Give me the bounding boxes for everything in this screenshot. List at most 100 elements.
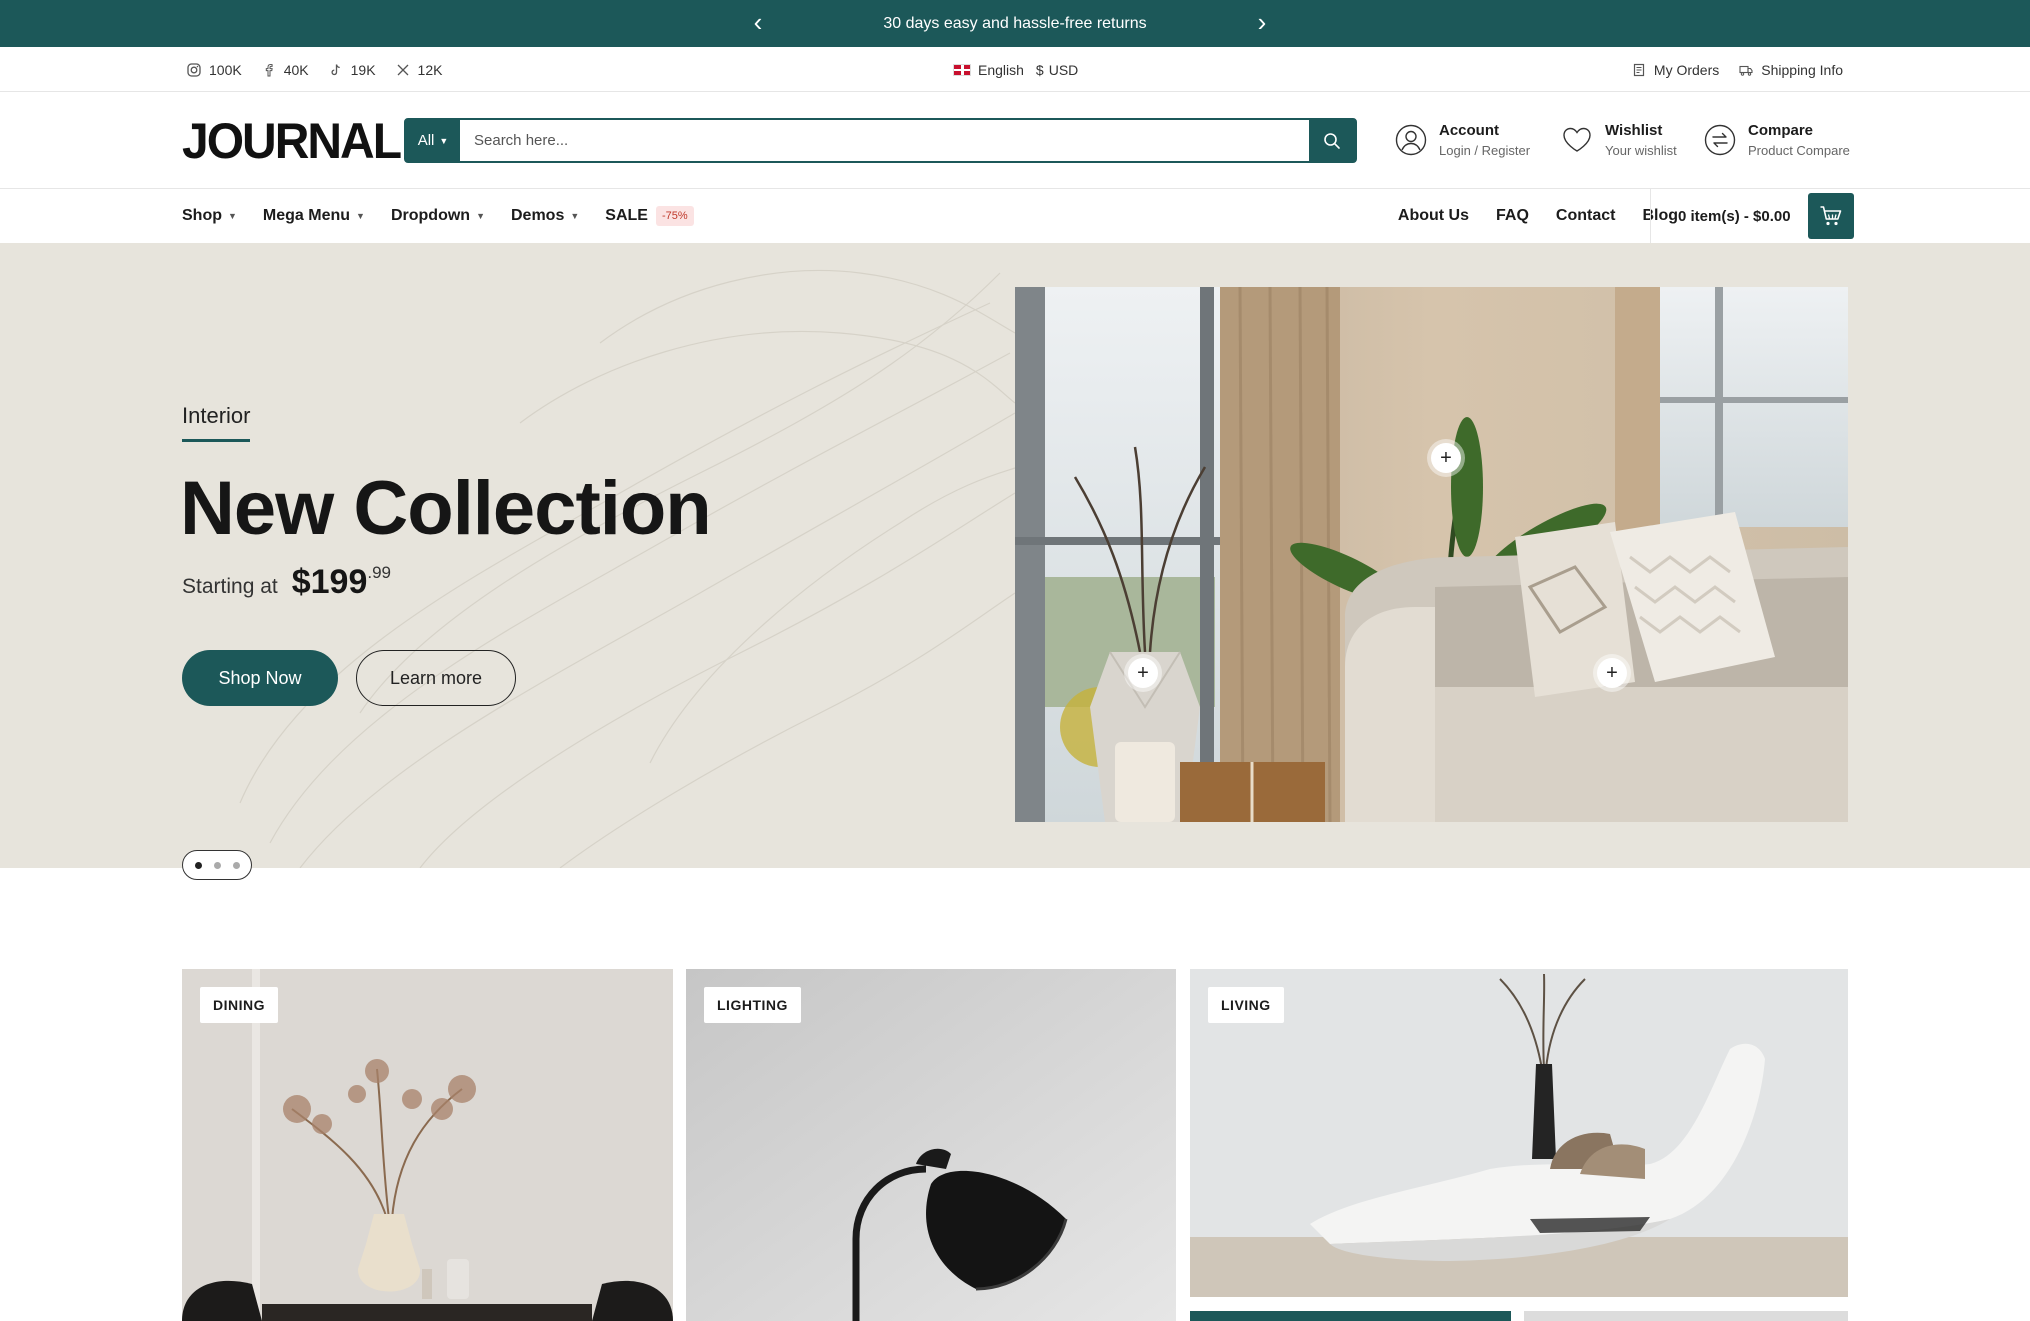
hero-price-cents: .99 bbox=[367, 563, 392, 582]
journal-logo[interactable]: JOURNAL bbox=[182, 113, 402, 171]
search-input[interactable] bbox=[460, 120, 1309, 161]
caret-down-icon: ▼ bbox=[228, 211, 237, 221]
nav-right: About Us FAQ Contact Blog bbox=[1371, 189, 1678, 243]
instagram-icon bbox=[187, 62, 201, 77]
compare-subtitle: Product Compare bbox=[1748, 143, 1850, 158]
shop-now-button[interactable]: Shop Now bbox=[182, 650, 338, 706]
hero-price-line: Starting at $199 .99 bbox=[182, 563, 391, 602]
my-orders-label: My Orders bbox=[1653, 61, 1720, 78]
hotspot-plant-plus-icon[interactable]: + bbox=[1431, 443, 1461, 473]
nav-item-about-us[interactable]: About Us bbox=[1398, 207, 1469, 225]
nav-item-mega-menu-label: Mega Menu bbox=[262, 207, 351, 224]
nav-item-blog[interactable]: Blog bbox=[1642, 207, 1678, 225]
nav-item-demos-label: Demos bbox=[510, 207, 565, 224]
my-orders-link[interactable]: My Orders bbox=[1632, 62, 1719, 78]
social-facebook-count: 40K bbox=[283, 61, 309, 78]
nav-divider bbox=[1650, 189, 1651, 243]
main-navigation: Shop ▼ Mega Menu ▼ Dropdown ▼ Demos ▼ SA… bbox=[0, 189, 2030, 243]
utility-links: My Orders Shipping Info bbox=[1632, 47, 1843, 92]
hero-price: $199 bbox=[291, 563, 368, 601]
currency-label: USD bbox=[1048, 61, 1079, 78]
living-chaise-image bbox=[1190, 969, 1848, 1297]
category-tag-living: LIVING bbox=[1208, 987, 1284, 1023]
nav-item-demos[interactable]: Demos ▼ bbox=[511, 207, 579, 225]
social-tiktok[interactable]: 19K bbox=[329, 62, 376, 78]
promo-card-gray[interactable] bbox=[1524, 1311, 1848, 1321]
hero-dot-3[interactable] bbox=[232, 861, 240, 869]
wishlist-link[interactable]: Wishlist Your wishlist bbox=[1561, 118, 1677, 162]
search-icon bbox=[1324, 132, 1340, 149]
compare-title: Compare bbox=[1748, 122, 1814, 139]
wishlist-title: Wishlist bbox=[1605, 122, 1663, 139]
account-subtitle: Login / Register bbox=[1439, 143, 1531, 158]
category-tag-lighting: LIGHTING bbox=[704, 987, 801, 1023]
nav-item-dropdown[interactable]: Dropdown ▼ bbox=[391, 207, 485, 225]
category-card-dining[interactable]: DINING bbox=[182, 969, 673, 1321]
search-category-dropdown[interactable]: All ▼ bbox=[406, 120, 460, 161]
wishlist-subtitle: Your wishlist bbox=[1605, 143, 1677, 158]
social-instagram[interactable]: 100K bbox=[187, 62, 242, 78]
facebook-icon bbox=[262, 63, 276, 77]
uk-flag-icon bbox=[953, 63, 971, 76]
social-x-count: 12K bbox=[417, 61, 443, 78]
nav-item-shop-label: Shop bbox=[182, 207, 222, 224]
search-button[interactable] bbox=[1309, 120, 1355, 161]
compare-arrows-icon bbox=[1704, 124, 1736, 156]
site-header: JOURNAL All ▼ Account Login / Register W… bbox=[0, 92, 2030, 189]
heart-icon bbox=[1563, 127, 1591, 152]
category-card-lighting[interactable]: LIGHTING bbox=[686, 969, 1176, 1321]
caret-down-icon: ▼ bbox=[439, 135, 449, 146]
nav-item-faq[interactable]: FAQ bbox=[1496, 207, 1529, 225]
nav-item-shop[interactable]: Shop ▼ bbox=[182, 207, 237, 225]
shipping-info-label: Shipping Info bbox=[1761, 61, 1843, 78]
account-link[interactable]: Account Login / Register bbox=[1395, 118, 1530, 162]
shipping-info-link[interactable]: Shipping Info bbox=[1739, 62, 1843, 78]
nav-item-sale[interactable]: SALE -75% bbox=[605, 206, 694, 226]
category-tag-dining: DINING bbox=[200, 987, 278, 1023]
locale-switcher: English $ USD bbox=[953, 47, 1078, 92]
nav-item-dropdown-label: Dropdown bbox=[390, 207, 471, 224]
cart-icon-button[interactable] bbox=[1807, 193, 1854, 239]
cart-icon bbox=[1820, 206, 1841, 226]
search-bar: All ▼ bbox=[404, 118, 1357, 163]
hotspot-sofa-plus-icon[interactable]: + bbox=[1597, 658, 1627, 688]
caret-down-icon: ▼ bbox=[570, 211, 580, 221]
caret-down-icon: ▼ bbox=[476, 211, 485, 221]
compare-link[interactable]: Compare Product Compare bbox=[1704, 118, 1850, 162]
social-tiktok-count: 19K bbox=[350, 61, 376, 78]
social-facebook[interactable]: 40K bbox=[262, 62, 309, 78]
living-room-illustration bbox=[1015, 287, 1848, 822]
user-icon bbox=[1395, 124, 1427, 156]
sale-discount-badge: -75% bbox=[655, 206, 694, 226]
currency-selector[interactable]: $ USD bbox=[1036, 62, 1078, 78]
truck-icon bbox=[1739, 63, 1753, 77]
hotspot-vase-plus-icon[interactable]: + bbox=[1128, 658, 1158, 688]
category-card-living[interactable]: LIVING bbox=[1190, 969, 1848, 1297]
learn-more-button[interactable]: Learn more bbox=[356, 650, 516, 706]
search-category-label: All bbox=[417, 132, 435, 149]
tiktok-icon bbox=[329, 63, 343, 77]
language-label: English bbox=[978, 61, 1024, 78]
hero-dot-1[interactable] bbox=[194, 861, 202, 869]
currency-symbol: $ bbox=[1035, 61, 1044, 78]
receipt-icon bbox=[1632, 63, 1646, 77]
cart-button[interactable]: 0 item(s) - $0.00 bbox=[1678, 193, 1854, 239]
nav-item-contact[interactable]: Contact bbox=[1556, 207, 1616, 225]
cart-summary: 0 item(s) - $0.00 bbox=[1678, 207, 1791, 225]
hero-dot-2[interactable] bbox=[213, 861, 221, 869]
x-icon bbox=[396, 63, 410, 77]
announcement-bar: ‹ 30 days easy and hassle-free returns › bbox=[0, 0, 2030, 47]
social-x[interactable]: 12K bbox=[396, 61, 443, 78]
hero-pagination bbox=[182, 850, 252, 880]
nav-item-mega-menu[interactable]: Mega Menu ▼ bbox=[263, 207, 365, 225]
social-counts: 100K 40K 19K 12K bbox=[187, 47, 442, 92]
caret-down-icon: ▼ bbox=[356, 211, 365, 221]
hero-starting-label: Starting at bbox=[182, 575, 278, 598]
social-instagram-count: 100K bbox=[209, 61, 242, 78]
promo-card-teal[interactable] bbox=[1190, 1311, 1511, 1321]
hero-living-room-image: + + + bbox=[1015, 287, 1848, 822]
utility-bar: 100K 40K 19K 12K English $ USD My Orders… bbox=[0, 47, 2030, 92]
announcement-next-arrow-icon[interactable]: › bbox=[1247, 0, 1277, 47]
language-selector[interactable]: English bbox=[953, 62, 1024, 78]
account-title: Account bbox=[1439, 122, 1499, 139]
